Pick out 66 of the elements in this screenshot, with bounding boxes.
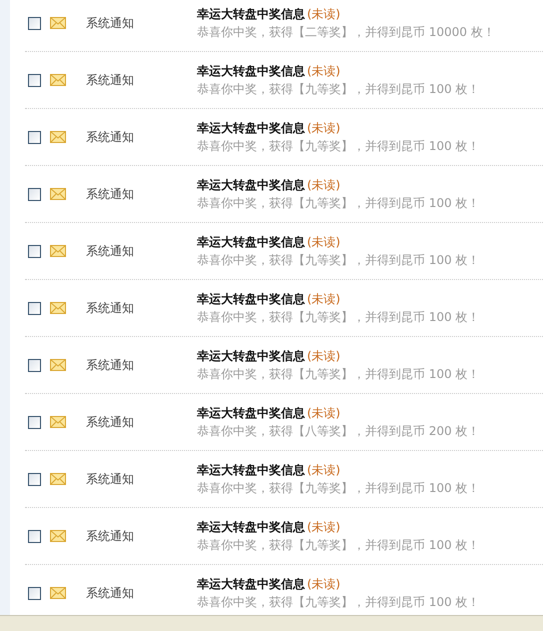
unread-label: (未读) [307, 121, 340, 135]
message-title[interactable]: 幸运大转盘中奖信息 [197, 520, 305, 534]
checkbox[interactable] [28, 74, 41, 86]
checkbox[interactable] [28, 416, 41, 428]
envelope-icon [50, 17, 66, 29]
message-title[interactable]: 幸运大转盘中奖信息 [197, 577, 305, 591]
message-title[interactable]: 幸运大转盘中奖信息 [197, 292, 305, 306]
envelope-icon [50, 245, 66, 257]
message-title[interactable]: 幸运大转盘中奖信息 [197, 121, 305, 135]
message-title[interactable]: 幸运大转盘中奖信息 [197, 406, 305, 420]
envelope-icon [50, 416, 66, 428]
message-title[interactable]: 幸运大转盘中奖信息 [197, 64, 305, 78]
message-preview: 恭喜你中奖，获得【九等奖】，并得到昆币 100 枚！ [197, 480, 480, 497]
envelope-icon [50, 473, 66, 485]
unread-label: (未读) [307, 235, 340, 249]
message-title[interactable]: 幸运大转盘中奖信息 [197, 463, 305, 477]
sender-name: 系统通知 [86, 356, 135, 374]
message-preview: 恭喜你中奖，获得【九等奖】，并得到昆币 100 枚！ [197, 366, 480, 383]
checkbox[interactable] [28, 586, 41, 600]
message-preview: 恭喜你中奖，获得【九等奖】，并得到昆币 100 枚！ [197, 252, 480, 269]
message-preview: 恭喜你中奖，获得【九等奖】，并得到昆币 100 枚！ [197, 138, 480, 155]
checkbox[interactable] [28, 244, 41, 258]
unread-label: (未读) [307, 7, 340, 21]
envelope-icon [50, 188, 66, 200]
sender-name: 系统通知 [86, 470, 135, 488]
checkbox[interactable] [28, 530, 41, 542]
unread-label: (未读) [307, 463, 340, 477]
unread-label: (未读) [307, 292, 340, 306]
envelope-icon [50, 530, 66, 542]
envelope-icon [50, 131, 66, 143]
envelope-icon [50, 359, 66, 371]
message-title[interactable]: 幸运大转盘中奖信息 [197, 178, 305, 192]
sender-name: 系统通知 [86, 128, 135, 146]
envelope-icon [50, 74, 66, 86]
checkbox[interactable] [28, 358, 41, 372]
message-preview: 恭喜你中奖，获得【九等奖】，并得到昆币 100 枚！ [197, 594, 480, 611]
unread-label: (未读) [307, 577, 340, 591]
sender-name: 系统通知 [86, 300, 135, 316]
sender-name: 系统通知 [86, 72, 135, 88]
message-preview: 恭喜你中奖，获得【九等奖】，并得到昆币 100 枚！ [197, 195, 480, 212]
message-title[interactable]: 幸运大转盘中奖信息 [197, 235, 305, 249]
sender-name: 系统通知 [86, 14, 135, 32]
envelope-icon [50, 587, 66, 599]
sender-name: 系统通知 [86, 186, 135, 202]
message-title[interactable]: 幸运大转盘中奖信息 [197, 7, 305, 21]
sender-name: 系统通知 [86, 584, 135, 602]
sender-name: 系统通知 [86, 528, 135, 544]
unread-label: (未读) [307, 520, 340, 534]
message-preview: 恭喜你中奖，获得【九等奖】，并得到昆币 100 枚！ [197, 81, 480, 98]
checkbox[interactable] [28, 130, 41, 144]
sender-name: 系统通知 [86, 414, 135, 430]
unread-label: (未读) [307, 64, 340, 78]
message-preview: 恭喜你中奖，获得【九等奖】，并得到昆币 100 枚！ [197, 537, 480, 554]
message-preview: 恭喜你中奖，获得【二等奖】，并得到昆币 10000 枚！ [197, 24, 495, 41]
message-preview: 恭喜你中奖，获得【九等奖】，并得到昆币 100 枚！ [197, 309, 480, 326]
unread-label: (未读) [307, 178, 340, 192]
checkbox[interactable] [28, 188, 41, 200]
checkbox[interactable] [28, 472, 41, 486]
checkbox[interactable] [28, 302, 41, 314]
checkbox[interactable] [28, 16, 41, 30]
unread-label: (未读) [307, 406, 340, 420]
sender-name: 系统通知 [86, 242, 135, 260]
message-title[interactable]: 幸运大转盘中奖信息 [197, 349, 305, 363]
message-preview: 恭喜你中奖，获得【八等奖】，并得到昆币 200 枚！ [197, 423, 480, 440]
envelope-icon [50, 302, 66, 314]
unread-label: (未读) [307, 349, 340, 363]
